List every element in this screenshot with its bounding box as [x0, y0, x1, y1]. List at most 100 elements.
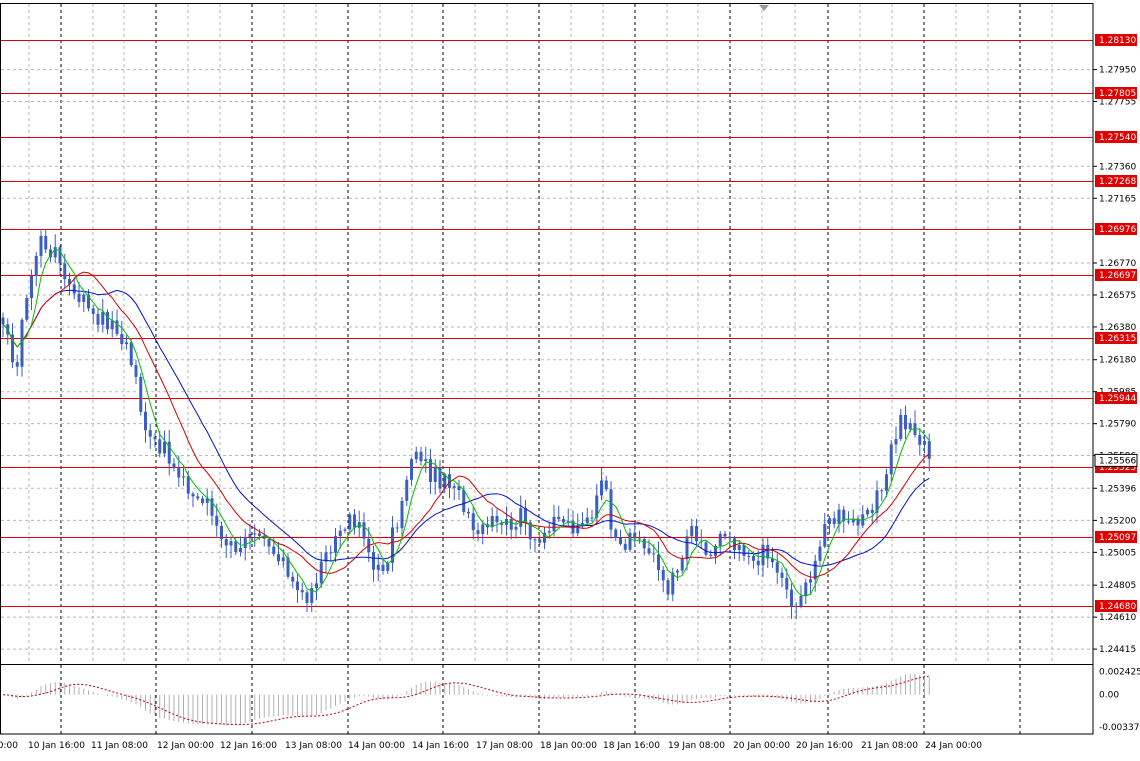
time-tick-label: 18 Jan 00:00	[540, 741, 597, 751]
candle-body	[305, 592, 309, 603]
candle-body	[82, 294, 86, 302]
candle-body	[585, 517, 589, 524]
candle-body	[866, 509, 869, 515]
price-chart[interactable]: 1.27950 1.27755 1.27360 1.27165 1.26770 1.265…	[0, 0, 1140, 757]
candle-body	[628, 532, 632, 550]
price-tick-label: 1.27950	[1099, 66, 1136, 76]
candle-body	[58, 247, 62, 264]
candle-body	[34, 255, 38, 276]
candle-body	[63, 263, 67, 280]
candle-body	[414, 451, 418, 460]
candle-body	[804, 582, 808, 596]
candle-body	[334, 536, 337, 553]
time-tick-label: 21 Jan 08:00	[861, 741, 918, 751]
level-label: 1.26976	[1099, 225, 1136, 235]
time-tick-label: 24 Jan 00:00	[925, 741, 982, 751]
price-tick-label: 1.26770	[1099, 259, 1136, 269]
candle-body	[704, 542, 708, 555]
candle-body	[362, 522, 366, 539]
candle-body	[224, 539, 228, 546]
price-tick-label: 1.27360	[1099, 162, 1136, 172]
candle-body	[381, 564, 385, 571]
price-tick-label: 1.26180	[1099, 356, 1136, 366]
candle-body	[476, 530, 480, 534]
time-tick-label: 19 Jan 08:00	[668, 741, 725, 751]
candle-body	[828, 518, 831, 525]
level-label: 1.27540	[1099, 133, 1136, 143]
candle-body	[495, 516, 499, 523]
candle-body	[296, 581, 299, 591]
candle-body	[91, 308, 95, 314]
candle-body	[433, 467, 437, 482]
candle-body	[125, 342, 128, 345]
candle-body	[685, 536, 689, 560]
candle-body	[172, 463, 176, 468]
candle-body	[557, 516, 561, 520]
candle-body	[918, 434, 922, 445]
candle-body	[153, 436, 157, 440]
candle-body	[761, 544, 765, 566]
level-label: 1.25097	[1099, 533, 1136, 543]
candle-body	[148, 430, 152, 437]
candle-body	[348, 514, 352, 530]
time-tick-label: 13 Jan 08:00	[285, 741, 342, 751]
candle-body	[927, 441, 931, 459]
candle-body	[39, 236, 43, 256]
level-label: 1.27805	[1099, 89, 1136, 99]
candle-body	[609, 489, 613, 530]
candle-body	[419, 451, 423, 462]
candle-body	[300, 590, 304, 593]
candle-body	[452, 486, 456, 488]
chart-window[interactable]: 1.27950 1.27755 1.27360 1.27165 1.26770 1.265…	[0, 0, 1140, 757]
candle-body	[134, 365, 138, 377]
candle-body	[718, 533, 722, 547]
candle-body	[467, 511, 470, 514]
time-axis: 00:00 10 Jan 16:00 11 Jan 08:00 12 Jan 00:0…	[0, 741, 982, 751]
candle-body	[509, 518, 513, 530]
candle-body	[186, 476, 190, 494]
candle-body	[695, 526, 698, 542]
candle-body	[215, 515, 219, 526]
candle-body	[15, 362, 19, 367]
candle-body	[101, 311, 105, 325]
level-label: 1.24680	[1099, 602, 1136, 612]
time-tick-label: 14 Jan 00:00	[348, 741, 405, 751]
price-tick-label: 1.26575	[1099, 291, 1136, 301]
candle-body	[690, 526, 694, 537]
candle-body	[799, 595, 803, 607]
time-tick-label: 20 Jan 00:00	[733, 741, 790, 751]
time-tick-label: 11 Jan 08:00	[91, 741, 148, 751]
price-tick-label: 1.25790	[1099, 420, 1136, 430]
candle-body	[44, 236, 48, 250]
candle-body	[524, 508, 527, 523]
candle-body	[666, 580, 670, 595]
osc-tick-label: 0.00	[1099, 691, 1119, 701]
candle-body	[562, 519, 565, 523]
candle-body	[671, 572, 675, 595]
candle-body	[30, 275, 33, 298]
candle-body	[53, 247, 57, 258]
chart-background	[0, 0, 1140, 757]
candle-body	[908, 423, 912, 430]
candle-body	[400, 500, 404, 529]
candle-body	[110, 320, 114, 330]
candle-body	[818, 546, 822, 561]
candle-body	[633, 532, 637, 539]
candle-body	[272, 546, 276, 555]
candle-body	[904, 415, 907, 430]
candle-body	[519, 508, 523, 527]
time-tick-label: 00:00	[0, 741, 18, 751]
level-label: 1.26697	[1099, 271, 1136, 281]
candle-body	[376, 564, 380, 570]
time-tick-label: 17 Jan 08:00	[476, 741, 533, 751]
candle-body	[120, 333, 124, 345]
candle-body	[372, 552, 375, 570]
candle-body	[315, 583, 318, 589]
candle-body	[790, 589, 793, 607]
candle-body	[115, 320, 119, 334]
candle-body	[96, 313, 100, 325]
candle-body	[77, 293, 81, 302]
candle-body	[661, 569, 665, 581]
price-tick-label: 1.24415	[1099, 645, 1136, 655]
price-tick-label: 1.25200	[1099, 516, 1136, 526]
